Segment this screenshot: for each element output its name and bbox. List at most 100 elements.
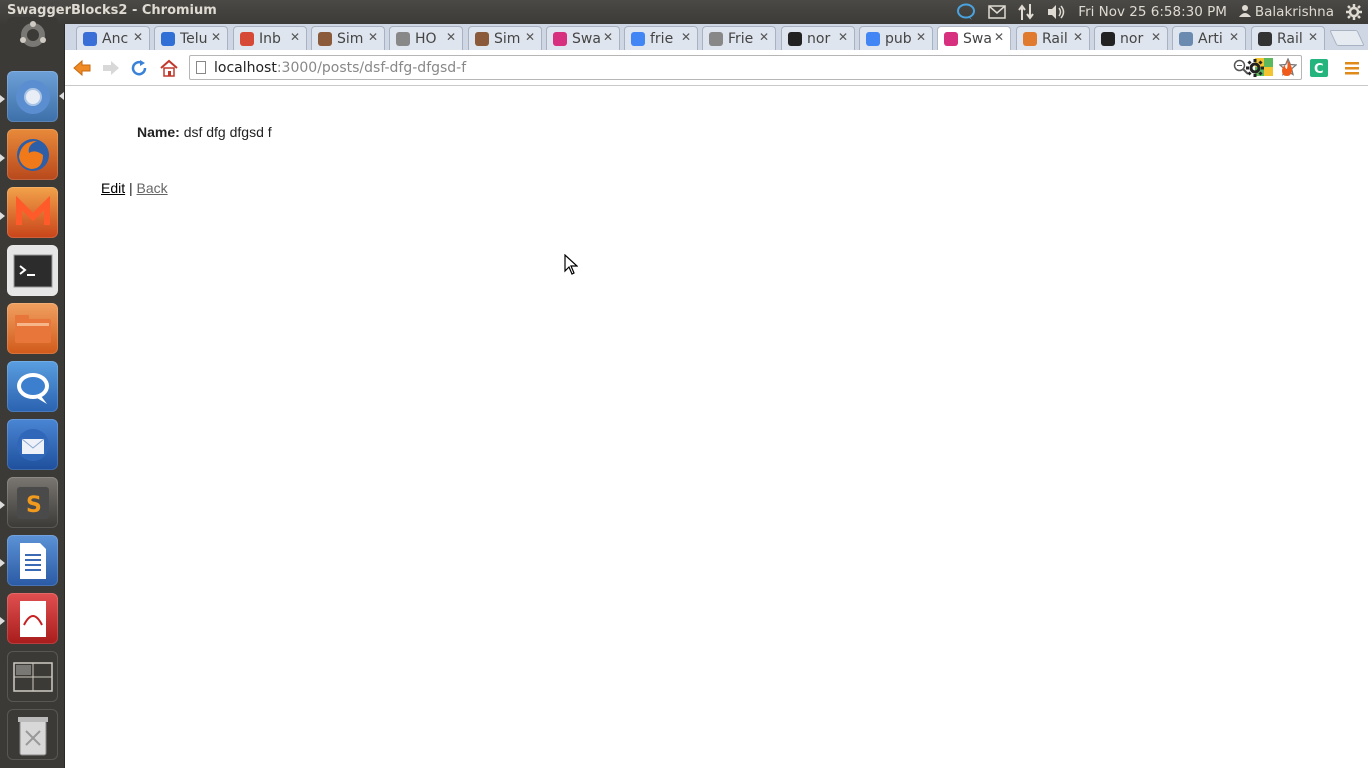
browser-toolbar: localhost:3000/posts/dsf-dfg-dfgsd-f C: [65, 50, 1368, 86]
page-icon: [709, 31, 723, 46]
page-icon: [196, 61, 206, 74]
tab-close-icon[interactable]: ✕: [1151, 30, 1161, 44]
window-title: SwaggerBlocks2 - Chromium: [7, 3, 217, 18]
tab-close-icon[interactable]: ✕: [525, 30, 535, 44]
sublime-text-icon[interactable]: S: [7, 477, 58, 528]
name-value: dsf dfg dfgsd f: [183, 124, 272, 140]
firefox-icon[interactable]: [7, 129, 58, 180]
mail-icon[interactable]: [982, 0, 1012, 24]
d-icon: [553, 31, 567, 46]
url-path: :3000/posts/dsf-dfg-dfgsd-f: [276, 59, 467, 76]
menu-icon[interactable]: [1341, 57, 1363, 79]
rails-icon: [1023, 31, 1037, 46]
page-content: Name: dsf dfg dfgsd f Edit | Back: [65, 87, 1368, 768]
user-name: Balakrishna: [1254, 4, 1334, 20]
browser-tab[interactable]: nor ✕: [1094, 26, 1168, 50]
svg-text:S: S: [26, 493, 42, 518]
mouse-cursor: [564, 253, 579, 276]
dash-home-icon[interactable]: [7, 17, 58, 53]
user-menu[interactable]: Balakrishna: [1233, 0, 1340, 24]
photo-icon: [475, 31, 489, 46]
d-icon: [944, 31, 958, 46]
google-icon: [631, 31, 645, 46]
name-field: Name: dsf dfg dfgsd f: [137, 124, 272, 140]
tab-close-icon[interactable]: ✕: [838, 30, 848, 44]
tab-close-icon[interactable]: ✕: [1308, 30, 1318, 44]
browser-tab[interactable]: Sim ✕: [311, 26, 385, 50]
home-icon[interactable]: [158, 57, 180, 79]
top-panel: SwaggerBlocks2 - Chromium Fri Nov 25 6:5…: [0, 0, 1368, 24]
github-icon: [1101, 31, 1115, 46]
link-separator: |: [129, 180, 133, 196]
fire-extension-icon[interactable]: [1276, 57, 1298, 79]
browser-tab[interactable]: Sim ✕: [468, 26, 542, 50]
workspace-switcher-icon[interactable]: [7, 651, 58, 702]
gmail-icon: [240, 31, 254, 46]
tab-strip: Anc ✕ Telu ✕ Inb ✕ Sim ✕ HO ✕ Sim ✕ Swa ✕ frie ✕ Frie ✕ no…: [65, 24, 1368, 50]
forward-arrow-icon[interactable]: [100, 57, 122, 79]
address-bar[interactable]: localhost:3000/posts/dsf-dfg-dfgsd-f: [189, 55, 1302, 80]
browser-tab[interactable]: Telu ✕: [154, 26, 228, 50]
browser-tab[interactable]: Frie ✕: [702, 26, 776, 50]
url-host: localhost: [214, 59, 277, 76]
mendeley-icon[interactable]: [7, 187, 58, 238]
o-icon: [1258, 31, 1272, 46]
trash-icon[interactable]: [7, 709, 58, 760]
page-icon: [396, 31, 410, 46]
libreoffice-writer-icon[interactable]: [7, 535, 58, 586]
tab-close-icon[interactable]: ✕: [211, 30, 221, 44]
reload-icon[interactable]: [128, 57, 150, 79]
session-gear-icon[interactable]: [1340, 0, 1368, 24]
google-icon: [866, 31, 880, 46]
globe-icon: [83, 31, 97, 46]
browser-tab[interactable]: Swa ✕: [546, 26, 620, 50]
name-label: Name:: [137, 124, 180, 140]
tab-close-icon[interactable]: ✕: [603, 30, 613, 44]
settings-gear-icon[interactable]: [1244, 57, 1266, 79]
evince-icon[interactable]: [7, 593, 58, 644]
edit-link[interactable]: Edit: [101, 180, 125, 196]
network-icon[interactable]: [1012, 0, 1040, 24]
browser-tab[interactable]: Arti ✕: [1172, 26, 1246, 50]
browser-tab[interactable]: nor ✕: [781, 26, 855, 50]
terminal-icon[interactable]: [7, 245, 58, 296]
back-arrow-icon[interactable]: [71, 57, 93, 79]
thunderbird-icon[interactable]: [7, 419, 58, 470]
clock[interactable]: Fri Nov 25 6:58:30 PM: [1072, 0, 1233, 24]
tab-close-icon[interactable]: ✕: [446, 30, 456, 44]
svg-text:C: C: [1314, 62, 1324, 77]
browser-tab[interactable]: Rail ✕: [1251, 26, 1325, 50]
tab-close-icon[interactable]: ✕: [994, 30, 1004, 44]
tab-close-icon[interactable]: ✕: [681, 30, 691, 44]
browser-tab[interactable]: pub ✕: [859, 26, 933, 50]
launcher: S: [0, 17, 65, 768]
c-extension-icon[interactable]: C: [1308, 57, 1330, 79]
indicator-area: Fri Nov 25 6:58:30 PM Balakrishna: [950, 0, 1368, 24]
browser-tab[interactable]: frie ✕: [624, 26, 698, 50]
messaging-indicator-icon[interactable]: [950, 0, 982, 24]
user-icon: [1238, 4, 1251, 21]
tab-close-icon[interactable]: ✕: [368, 30, 378, 44]
files-icon[interactable]: [7, 303, 58, 354]
browser-tab[interactable]: Anc ✕: [76, 26, 150, 50]
browser-tab[interactable]: HO ✕: [389, 26, 463, 50]
doc-icon: [1179, 31, 1193, 46]
volume-icon[interactable]: [1040, 0, 1072, 24]
photo-icon: [318, 31, 332, 46]
tab-close-icon[interactable]: ✕: [133, 30, 143, 44]
browser-tab[interactable]: Inb ✕: [233, 26, 307, 50]
tab-close-icon[interactable]: ✕: [290, 30, 300, 44]
post-actions: Edit | Back: [101, 180, 168, 196]
telugu-icon: [161, 31, 175, 46]
empathy-icon[interactable]: [7, 361, 58, 412]
tab-close-icon[interactable]: ✕: [759, 30, 769, 44]
browser-tab[interactable]: Swa ✕: [937, 26, 1011, 50]
chromium-icon[interactable]: [7, 71, 58, 122]
github-icon: [788, 31, 802, 46]
browser-tab[interactable]: Rail ✕: [1016, 26, 1090, 50]
tab-close-icon[interactable]: ✕: [1229, 30, 1239, 44]
new-tab-button[interactable]: [1329, 30, 1365, 46]
tab-close-icon[interactable]: ✕: [916, 30, 926, 44]
tab-close-icon[interactable]: ✕: [1073, 30, 1083, 44]
back-link[interactable]: Back: [137, 180, 168, 196]
